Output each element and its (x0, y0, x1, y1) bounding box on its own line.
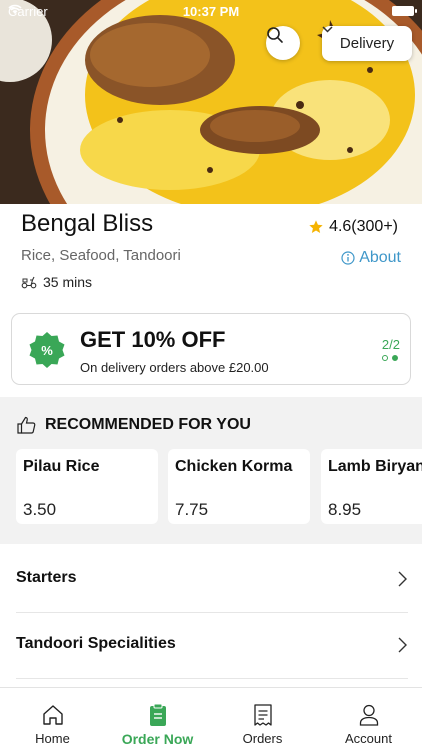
order-icon (149, 703, 166, 726)
restaurant-rating: 4.6(300+) (308, 218, 398, 236)
tab-label: Home (35, 731, 70, 746)
tab-label: Orders (242, 731, 283, 746)
recommended-item-price: 7.75 (175, 500, 209, 519)
delivery-time: 35 mins (21, 274, 92, 290)
svg-text:%: % (41, 343, 53, 358)
thumbs-up-icon (17, 416, 36, 434)
menu-category-starters[interactable]: Starters (0, 547, 422, 613)
tab-orders[interactable]: Orders (210, 688, 315, 750)
recommended-section: RECOMMENDED FOR YOU Pilau Rice 3.50 Chic… (0, 397, 422, 544)
offer-pagination-dots[interactable] (382, 355, 398, 361)
recommended-item-card[interactable]: Pilau Rice 3.50 (16, 449, 158, 524)
search-icon (267, 27, 283, 43)
recommended-item-name: Lamb Biryani (328, 458, 422, 475)
recommended-item-name: Chicken Korma (175, 458, 293, 475)
rating-value: 4.6(300+) (329, 218, 398, 235)
receipt-icon (253, 704, 272, 726)
divider (16, 678, 408, 679)
tab-label: Account (345, 731, 392, 746)
tab-account[interactable]: Account (316, 688, 421, 750)
delivery-mode-dropdown[interactable]: Delivery (322, 26, 412, 61)
menu-category-label: Starters (16, 569, 77, 586)
battery-icon (392, 6, 417, 16)
offer-page-indicator: 2/2 (381, 337, 400, 352)
bottom-tab-bar: Home Order Now Orders Account (0, 687, 422, 750)
menu-category-tandoori-specialities[interactable]: Tandoori Specialities (0, 613, 422, 679)
recommended-item-card[interactable]: Chicken Korma 7.75 (168, 449, 310, 524)
restaurant-hero-image: Carrier 10:37 PM Delivery (0, 0, 422, 204)
recommended-item-name: Pilau Rice (23, 458, 100, 475)
info-icon (341, 251, 355, 265)
delivery-mode-label: Delivery (339, 35, 395, 52)
about-link[interactable]: About (341, 249, 401, 267)
account-icon (359, 704, 378, 726)
delivery-time-label: 35 mins (43, 274, 93, 290)
offer-subtitle: On delivery orders above £20.00 (80, 360, 269, 375)
star-icon (309, 220, 323, 233)
home-icon (42, 705, 63, 725)
offer-title: GET 10% OFF (80, 327, 226, 352)
recommended-item-price: 3.50 (23, 500, 57, 519)
pagination-dot[interactable] (382, 355, 388, 361)
restaurant-name: Bengal Bliss (21, 210, 154, 237)
chevron-right-icon (398, 571, 407, 587)
discount-badge-icon: % (29, 332, 65, 368)
tab-label: Order Now (121, 731, 194, 747)
recommended-item-card[interactable]: Lamb Biryani 8.95 (321, 449, 422, 524)
chevron-right-icon (398, 637, 407, 653)
menu-category-label: Tandoori Specialities (16, 635, 176, 652)
search-button[interactable] (266, 26, 300, 60)
recommended-heading: RECOMMENDED FOR YOU (45, 416, 251, 433)
restaurant-cuisine: Rice, Seafood, Tandoori (21, 247, 181, 264)
about-label: About (359, 249, 401, 266)
status-time: 10:37 PM (182, 4, 240, 19)
tab-home[interactable]: Home (0, 688, 105, 750)
chevron-down-icon (322, 26, 333, 33)
offer-banner[interactable]: % GET 10% OFF On delivery orders above £… (11, 313, 411, 385)
scooter-icon (21, 276, 37, 289)
pagination-dot-active[interactable] (392, 355, 398, 361)
recommended-item-price: 8.95 (328, 500, 362, 519)
tab-order-now[interactable]: Order Now (105, 688, 210, 750)
